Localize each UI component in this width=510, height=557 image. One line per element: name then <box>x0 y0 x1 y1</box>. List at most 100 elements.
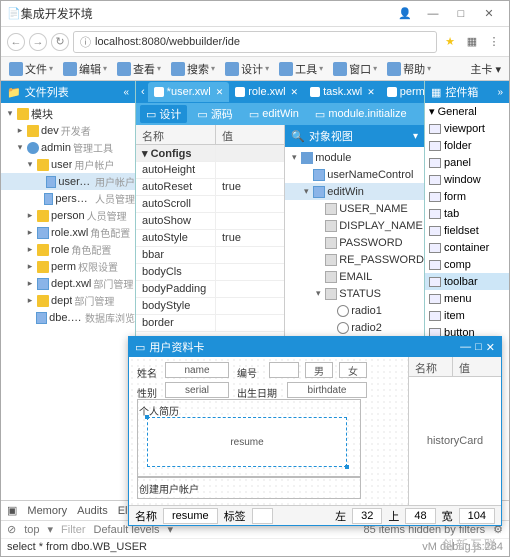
design-canvas[interactable]: 姓名 name 编号 男 女 性别 serial 出生日期 birthdate … <box>129 357 409 505</box>
radio-male[interactable]: 男 <box>305 362 333 378</box>
devtab-Memory[interactable]: Memory <box>27 505 67 517</box>
status-mark <box>252 508 273 524</box>
prop-autoScroll[interactable]: autoScroll <box>136 196 284 213</box>
prop-autoHeight[interactable]: autoHeight <box>136 162 284 179</box>
ctrl-viewport[interactable]: viewport <box>425 120 509 137</box>
obj-radio2[interactable]: radio2 <box>285 319 424 336</box>
ctrl-tab[interactable]: tab <box>425 205 509 222</box>
context-select[interactable]: top <box>24 524 39 536</box>
obj-EMAIL[interactable]: EMAIL <box>285 268 424 285</box>
obj-USER_NAME[interactable]: USER_NAME <box>285 200 424 217</box>
clear-icon[interactable]: ⊘ <box>7 523 16 536</box>
menu-查看[interactable]: 查看▾ <box>113 61 165 77</box>
ctrl-window[interactable]: window <box>425 171 509 188</box>
ctrl-menu[interactable]: menu <box>425 290 509 307</box>
group-create <box>137 477 361 499</box>
tree-node-dbe.xwl[interactable]: dbe.xwl 数据库浏览 <box>1 309 135 326</box>
obj-userNameControl[interactable]: userNameControl <box>285 166 424 183</box>
form-close-icon[interactable]: ✕ <box>486 341 495 354</box>
prop-bodyPadding[interactable]: bodyPadding <box>136 281 284 298</box>
group-resume <box>137 399 361 477</box>
obj-DISPLAY_NAME[interactable]: DISPLAY_NAME <box>285 217 424 234</box>
collapse-icon[interactable]: « <box>123 87 129 98</box>
prop-bodyCls[interactable]: bodyCls <box>136 264 284 281</box>
tree-node-role[interactable]: ▸role 角色配置 <box>1 241 135 258</box>
forward-button[interactable]: → <box>29 33 47 51</box>
field-name[interactable]: name <box>165 362 229 378</box>
prop-bodyStyle[interactable]: bodyStyle <box>136 298 284 315</box>
devtab-Audits[interactable]: Audits <box>77 505 108 517</box>
ctrl-group[interactable]: ▾ General <box>425 103 509 120</box>
tree-node-dept.xwl[interactable]: ▸dept.xwl 部门管理 <box>1 275 135 292</box>
tree-node-dev[interactable]: ▸dev 开发者 <box>1 122 135 139</box>
obj-PASSWORD[interactable]: PASSWORD <box>285 234 424 251</box>
devtools-dock-icon[interactable]: ▣ <box>7 504 17 517</box>
console-output: select * from dbo.WB_USER <box>7 541 147 554</box>
ctrl-toolbar[interactable]: toolbar <box>425 273 509 290</box>
tree-root[interactable]: ▾模块 <box>1 105 135 122</box>
subtab-editWin[interactable]: ▭editWin <box>243 107 305 122</box>
menu-工具[interactable]: 工具▾ <box>275 61 327 77</box>
subtab-设计[interactable]: ▭设计 <box>140 105 187 123</box>
subtab-module.initialize[interactable]: ▭module.initialize <box>309 107 413 122</box>
ctrl-container[interactable]: container <box>425 239 509 256</box>
ctrl-form[interactable]: form <box>425 188 509 205</box>
tree-node-perm[interactable]: ▸perm 权限设置 <box>1 258 135 275</box>
reload-button[interactable]: ↻ <box>51 33 69 51</box>
menu-设计[interactable]: 设计▾ <box>221 61 273 77</box>
tab-prev-icon[interactable]: ‹ <box>138 86 148 98</box>
prop-bbar[interactable]: bbar <box>136 247 284 264</box>
tab-task.xwl[interactable]: task.xwl✕ <box>304 82 381 102</box>
menu-帮助[interactable]: 帮助▾ <box>383 61 435 77</box>
tree-node-admin[interactable]: ▾admin 管理工具 <box>1 139 135 156</box>
obj-radio1[interactable]: radio1 <box>285 302 424 319</box>
status-name: resume <box>163 508 218 524</box>
form-min-icon[interactable]: — <box>460 341 471 353</box>
ctrl-item[interactable]: item <box>425 307 509 324</box>
menu-文件[interactable]: 文件▾ <box>5 61 57 77</box>
maximize-button[interactable]: □ <box>447 8 475 20</box>
form-max-icon[interactable]: □ <box>475 341 482 353</box>
menu-编辑[interactable]: 编辑▾ <box>59 61 111 77</box>
history-card: historyCard <box>409 377 501 505</box>
address-bar[interactable]: ⓘlocalhost:8080/webbuilder/ide <box>73 31 437 53</box>
ctrl-comp[interactable]: comp <box>425 256 509 273</box>
obj-module[interactable]: ▾module <box>285 149 424 166</box>
menu-窗口[interactable]: 窗口▾ <box>329 61 381 77</box>
obj-RE_PASSWORD[interactable]: RE_PASSWORD <box>285 251 424 268</box>
filter-input[interactable]: Filter <box>61 524 85 536</box>
back-button[interactable]: ← <box>7 33 25 51</box>
prop-autoReset[interactable]: autoResettrue <box>136 179 284 196</box>
obj-STATUS[interactable]: ▾STATUS <box>285 285 424 302</box>
close-button[interactable]: ✕ <box>475 7 503 20</box>
minimize-button[interactable]: — <box>419 8 447 20</box>
tree-icon: 🔍 <box>291 130 305 143</box>
obj-editWin[interactable]: ▾editWin <box>285 183 424 200</box>
prop-border[interactable]: border <box>136 315 284 332</box>
field-birthdate[interactable]: birthdate <box>287 382 367 398</box>
tree-node-person[interactable]: ▸person 人员管理 <box>1 207 135 224</box>
prop-autoStyle[interactable]: autoStyletrue <box>136 230 284 247</box>
form-designer-window: ▭用户资料卡—□✕ 姓名 name 编号 男 女 性别 serial 出生日期 … <box>128 336 502 526</box>
tree-node-user[interactable]: ▾user 用户帐户 <box>1 156 135 173</box>
ctrl-folder[interactable]: folder <box>425 137 509 154</box>
info-icon: ⓘ <box>80 34 91 50</box>
field-serial[interactable]: serial <box>165 382 229 398</box>
tree-node-user.xwl[interactable]: user.xwl 用户帐户 <box>1 173 135 190</box>
ctrl-panel[interactable]: panel <box>425 154 509 171</box>
field-code[interactable] <box>269 362 299 378</box>
menu-icon[interactable]: ⋮ <box>485 35 503 48</box>
tree-node-role.xwl[interactable]: ▸role.xwl 角色配置 <box>1 224 135 241</box>
menu-right[interactable]: 主卡 ▾ <box>466 61 505 77</box>
tree-node-dept[interactable]: ▸dept 部门管理 <box>1 292 135 309</box>
ext-icon[interactable]: ▦ <box>463 35 481 48</box>
menu-搜索[interactable]: 搜索▾ <box>167 61 219 77</box>
ctrl-fieldset[interactable]: fieldset <box>425 222 509 239</box>
tab-role.xwl[interactable]: role.xwl✕ <box>229 82 304 102</box>
bookmark-icon[interactable]: ★ <box>441 35 459 48</box>
prop-autoShow[interactable]: autoShow <box>136 213 284 230</box>
subtab-源码[interactable]: ▭源码 <box>191 105 238 123</box>
tab-user.xwl[interactable]: *user.xwl✕ <box>148 82 230 102</box>
radio-female[interactable]: 女 <box>339 362 367 378</box>
tree-node-person.xwl[interactable]: person.xwl 人员管理 <box>1 190 135 207</box>
